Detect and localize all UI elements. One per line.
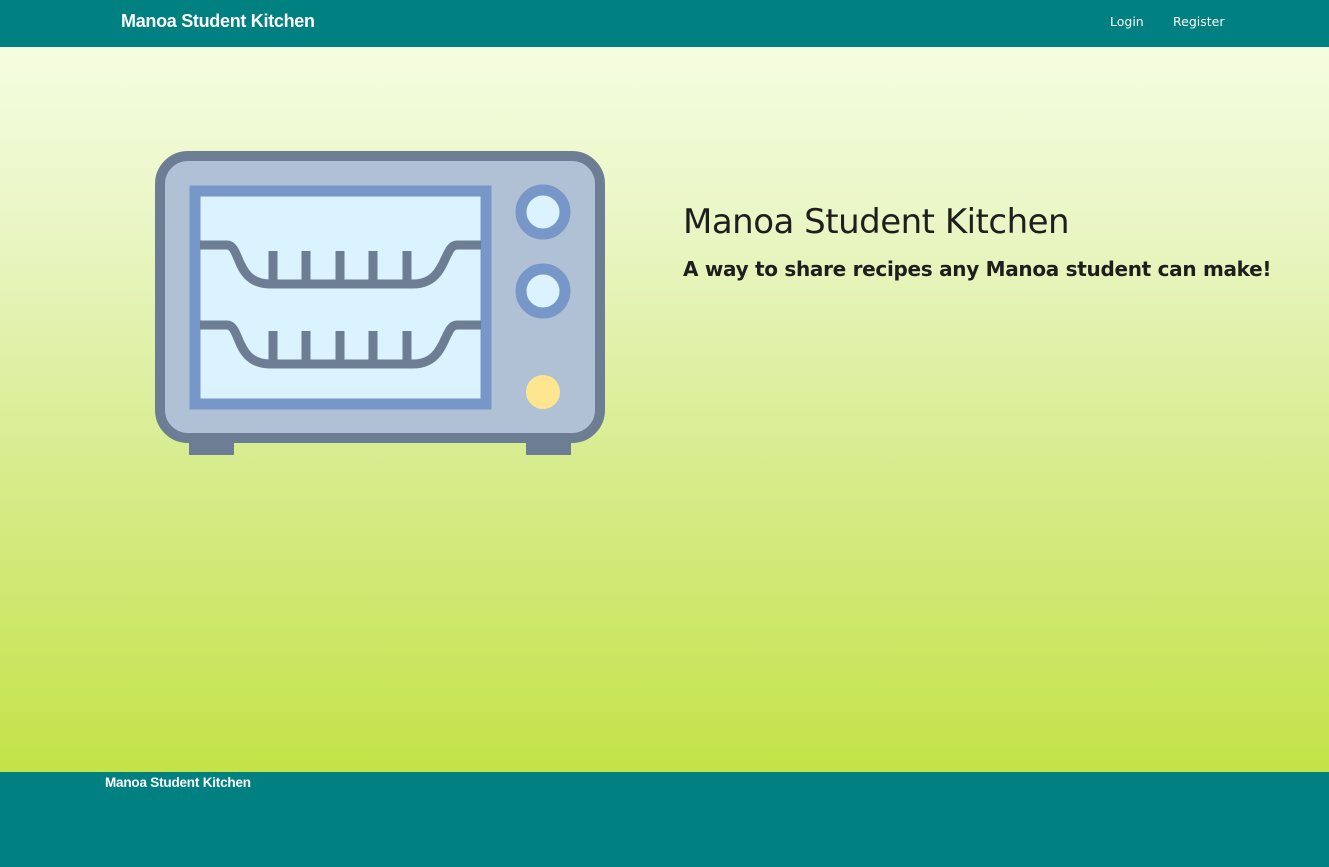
footer: Manoa Student Kitchen xyxy=(0,772,1329,867)
hero-title: Manoa Student Kitchen xyxy=(683,202,1070,242)
top-navbar: Manoa Student Kitchen Login Register xyxy=(0,0,1329,47)
footer-text: Manoa Student Kitchen xyxy=(105,775,251,790)
register-link[interactable]: Register xyxy=(1173,14,1224,29)
toaster-oven-icon xyxy=(155,151,605,455)
hero-subtitle: A way to share recipes any Manoa student… xyxy=(683,257,1272,281)
login-link[interactable]: Login xyxy=(1110,14,1144,29)
brand-link[interactable]: Manoa Student Kitchen xyxy=(121,11,315,32)
landing-hero: Manoa Student Kitchen A way to share rec… xyxy=(0,47,1329,772)
